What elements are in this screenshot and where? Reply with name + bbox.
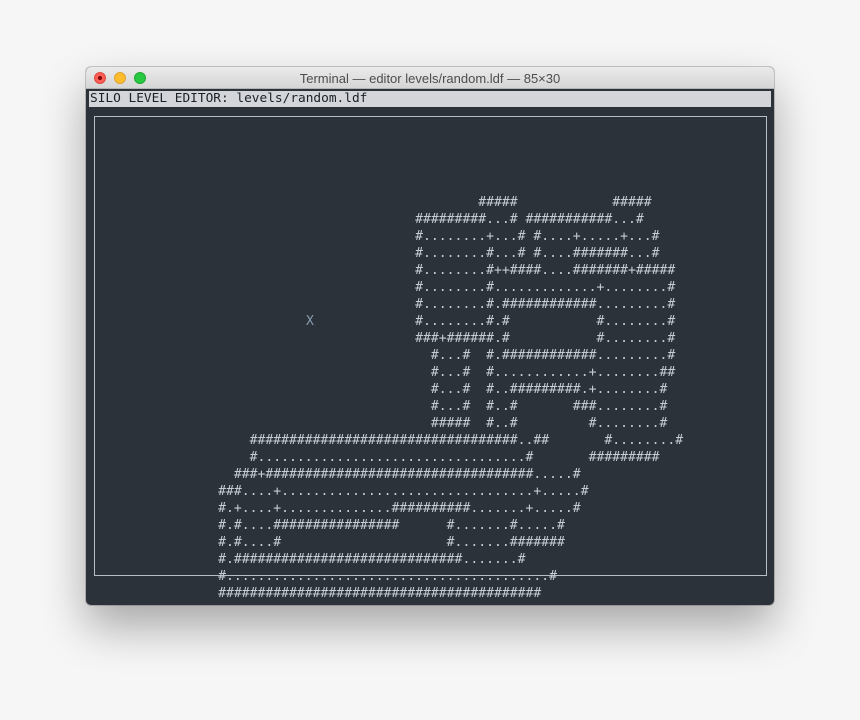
map-row: #........#.############.........# xyxy=(155,297,676,312)
window-title: Terminal — editor levels/random.ldf — 85… xyxy=(299,71,561,86)
map-row: #.#....################ #.......#.....# xyxy=(155,518,565,533)
map-row: ###+##################################..… xyxy=(155,467,581,482)
map-row: ##### ##### xyxy=(155,195,652,210)
map-row: #.+....+..............##########.......+… xyxy=(155,501,581,516)
map-row: #...# #..#########.+........# xyxy=(155,382,668,397)
level-map-frame: ##### ##### #########...# ###########...… xyxy=(94,116,767,601)
map-row: ##################################..## #… xyxy=(155,433,684,448)
map-row: ###+######.# #........# xyxy=(155,331,676,346)
map-row: #........#...# #....#######...# xyxy=(155,246,660,261)
map-row: #........+...# #....+.....+...# xyxy=(155,229,660,244)
map-row: #.#############################.......# xyxy=(155,552,526,567)
terminal-window: Terminal — editor levels/random.ldf — 85… xyxy=(86,67,774,605)
map-row: #........#++####....#######+##### xyxy=(155,263,676,278)
title-bar[interactable]: Terminal — editor levels/random.ldf — 85… xyxy=(86,67,774,89)
map-row: #...# #.############.........# xyxy=(155,348,676,363)
map-row: #...# #..# ###........# xyxy=(155,399,668,414)
map-row: #..................................# ###… xyxy=(155,450,660,465)
map-row: ########################################… xyxy=(155,586,542,601)
editor-status-line: SILO LEVEL EDITOR: levels/random.ldf xyxy=(89,91,771,107)
map-row: #........#.# #........# xyxy=(155,314,676,329)
level-map[interactable]: ##### ##### #########...# ###########...… xyxy=(155,194,683,602)
map-row: ###....+................................… xyxy=(155,484,589,499)
editor-cursor: X xyxy=(306,314,314,329)
map-row: #.......................................… xyxy=(155,569,558,584)
map-row: #.#....# #.......####### xyxy=(155,535,565,550)
map-row: #...# #............+........## xyxy=(155,365,676,380)
map-row: #########...# ###########...# xyxy=(155,212,644,227)
map-row: #........#.............+........# xyxy=(155,280,676,295)
map-row: ##### #..# #........# xyxy=(155,416,668,431)
